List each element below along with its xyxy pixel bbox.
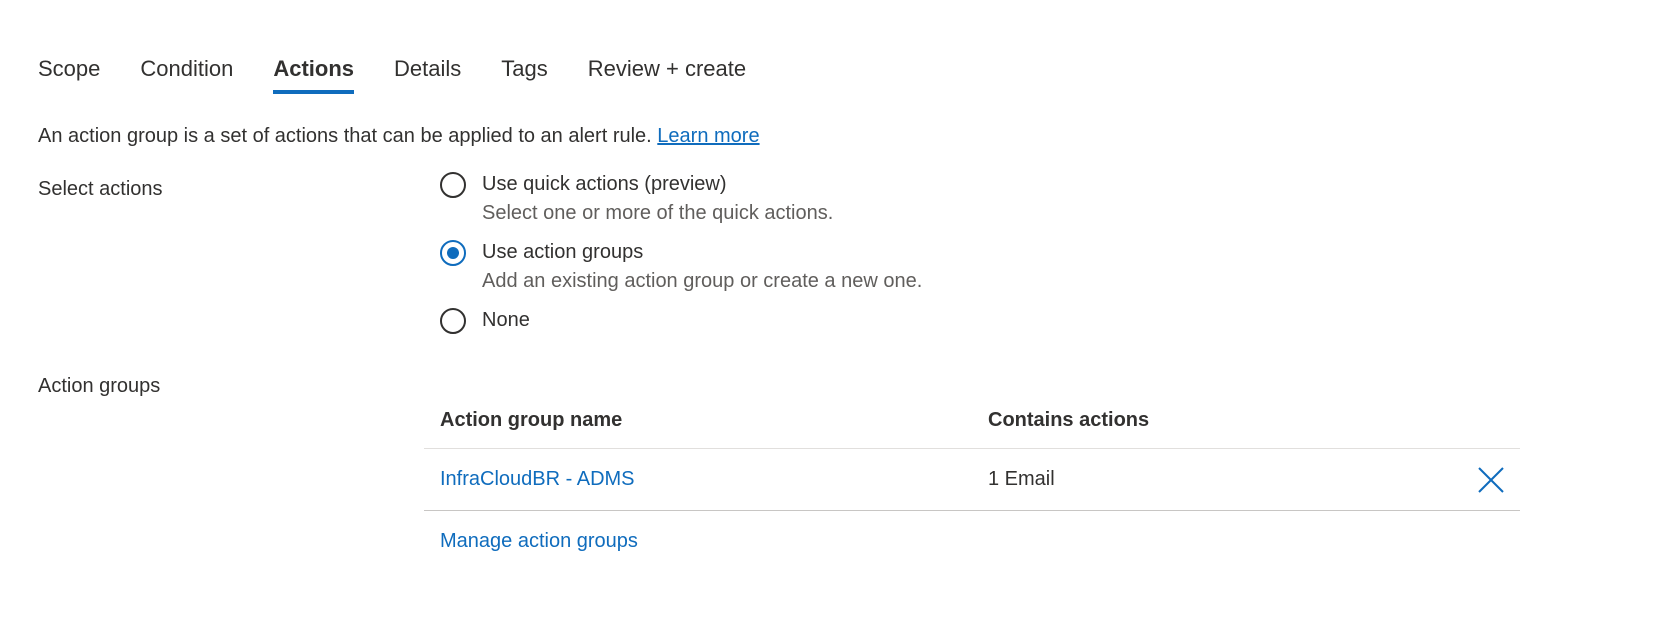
action-groups-table: Action group name Contains actions Infra…	[424, 400, 1520, 511]
action-group-name-link[interactable]: InfraCloudBR - ADMS	[440, 468, 635, 491]
radio-action-groups[interactable]	[440, 240, 466, 266]
select-actions-label: Select actions	[38, 178, 163, 200]
radio-option-none[interactable]: None	[440, 308, 530, 334]
tab-scope[interactable]: Scope	[38, 56, 100, 94]
radio-action-groups-text: Use action groups Add an existing action…	[482, 241, 922, 293]
tab-review-create[interactable]: Review + create	[588, 56, 746, 94]
radio-action-groups-label: Use action groups	[482, 241, 644, 263]
radio-quick-actions-label: Use quick actions (preview)	[482, 173, 727, 195]
column-header-name: Action group name	[440, 409, 623, 431]
learn-more-link[interactable]: Learn more	[657, 125, 759, 147]
table-header: Action group name Contains actions	[424, 400, 1520, 449]
tab-details[interactable]: Details	[394, 56, 461, 94]
close-icon[interactable]	[1476, 465, 1506, 495]
tab-condition[interactable]: Condition	[140, 56, 233, 94]
radio-option-action-groups[interactable]: Use action groups Add an existing action…	[440, 240, 922, 293]
tab-tags[interactable]: Tags	[501, 56, 547, 94]
radio-option-quick-actions[interactable]: Use quick actions (preview) Select one o…	[440, 172, 833, 225]
radio-none[interactable]	[440, 308, 466, 334]
wizard-tabs: Scope Condition Actions Details Tags Rev…	[38, 56, 786, 94]
radio-quick-actions[interactable]	[440, 172, 466, 198]
manage-action-groups-link[interactable]: Manage action groups	[440, 530, 638, 553]
radio-quick-actions-text: Use quick actions (preview) Select one o…	[482, 173, 833, 225]
action-group-contains: 1 Email	[988, 468, 1055, 490]
tab-actions[interactable]: Actions	[273, 56, 355, 94]
radio-action-groups-sublabel: Add an existing action group or create a…	[482, 270, 923, 292]
radio-none-label: None	[482, 309, 530, 331]
radio-quick-actions-sublabel: Select one or more of the quick actions.	[482, 202, 834, 224]
action-groups-label: Action groups	[38, 375, 161, 397]
actions-description: An action group is a set of actions that…	[38, 125, 760, 148]
radio-none-text: None	[482, 309, 530, 332]
column-header-contains: Contains actions	[988, 409, 1150, 431]
description-text: An action group is a set of actions that…	[38, 125, 652, 147]
table-row: InfraCloudBR - ADMS 1 Email	[424, 449, 1520, 511]
